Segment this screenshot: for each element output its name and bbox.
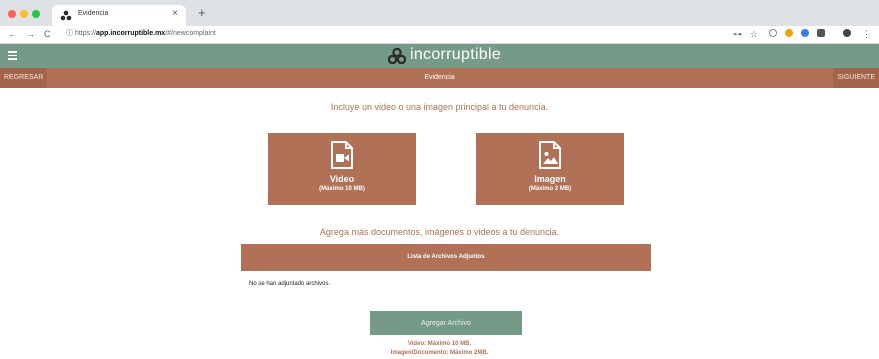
- main-evidence-prompt: Incluye un video o una imagen principal …: [330, 102, 549, 112]
- window-close-button[interactable]: [8, 10, 16, 18]
- file-size-limits: Video: Máximo 10 MB. Imagen/Documento: M…: [0, 340, 879, 358]
- image-document-limit-text: Imagen/Documento: Máximo 2MB.: [390, 350, 489, 356]
- url-host: app.incorruptible.mx: [95, 30, 166, 37]
- video-file-icon: [331, 141, 353, 169]
- app-header: incorruptible: [0, 44, 879, 68]
- incorruptible-favicon-icon: [60, 10, 72, 21]
- page-title: Evidencia: [424, 74, 455, 81]
- attachments-list-header: Lista de Archivos Adjuntos: [241, 244, 651, 271]
- extension-blue-icon[interactable]: [801, 29, 809, 37]
- back-button[interactable]: REGRESAR: [0, 68, 48, 88]
- url-field[interactable]: ⓘ https://app.incorruptible.mx/#/newcomp…: [66, 28, 686, 40]
- browser-tab[interactable]: Evidencia ×: [52, 5, 186, 26]
- image-file-icon: [539, 141, 561, 169]
- image-card-title: Imagen: [534, 174, 566, 184]
- browser-tab-bar: Evidencia × +: [0, 0, 879, 26]
- window-minimize-button[interactable]: [20, 10, 28, 18]
- video-limit-text: Video: Máximo 10 MB.: [407, 341, 472, 347]
- forward-arrow-icon[interactable]: →: [26, 29, 35, 39]
- additional-files-prompt: Agrega más documentos, imágenes o videos…: [319, 227, 560, 237]
- url-path: /#/newcomplaint: [165, 30, 216, 37]
- new-tab-button[interactable]: +: [198, 5, 206, 20]
- incorruptible-logo-icon: [388, 48, 406, 64]
- add-file-button[interactable]: Agregar Archivo: [370, 311, 522, 335]
- back-arrow-icon[interactable]: ←: [8, 29, 17, 39]
- video-card-limit: (Máximo 10 MB): [319, 186, 365, 192]
- next-button[interactable]: SIGUIENTE: [833, 68, 879, 88]
- step-navigation-bar: Evidencia REGRESAR SIGUIENTE: [0, 68, 879, 88]
- image-card-limit: (Máximo 2 MB): [528, 186, 572, 192]
- browser-menu-icon[interactable]: ⋮: [862, 29, 871, 40]
- site-info-icon[interactable]: ⓘ: [66, 30, 73, 37]
- profile-avatar-icon[interactable]: [843, 29, 851, 37]
- extension-square-icon[interactable]: [817, 29, 825, 37]
- bookmark-star-icon[interactable]: ☆: [750, 29, 758, 40]
- key-icon[interactable]: ⊶: [733, 29, 742, 40]
- video-card-title: Video: [329, 174, 355, 184]
- hamburger-menu-icon[interactable]: [8, 49, 18, 60]
- extension-circle-icon[interactable]: [769, 29, 777, 37]
- upload-video-button[interactable]: Video (Máximo 10 MB): [268, 133, 416, 205]
- url-scheme: https://: [74, 30, 96, 37]
- tab-title: Evidencia: [78, 10, 109, 17]
- window-maximize-button[interactable]: [32, 10, 40, 18]
- address-bar: ← → C ⓘ https://app.incorruptible.mx/#/n…: [0, 26, 879, 44]
- empty-attachments-message: No se han adjuntado archivos.: [249, 281, 331, 287]
- upload-image-button[interactable]: Imagen (Máximo 2 MB): [476, 133, 624, 205]
- tab-close-icon[interactable]: ×: [172, 8, 178, 19]
- extension-color-icon[interactable]: [785, 29, 793, 37]
- brand-name: incorruptible: [410, 46, 502, 63]
- reload-icon[interactable]: C: [44, 29, 51, 39]
